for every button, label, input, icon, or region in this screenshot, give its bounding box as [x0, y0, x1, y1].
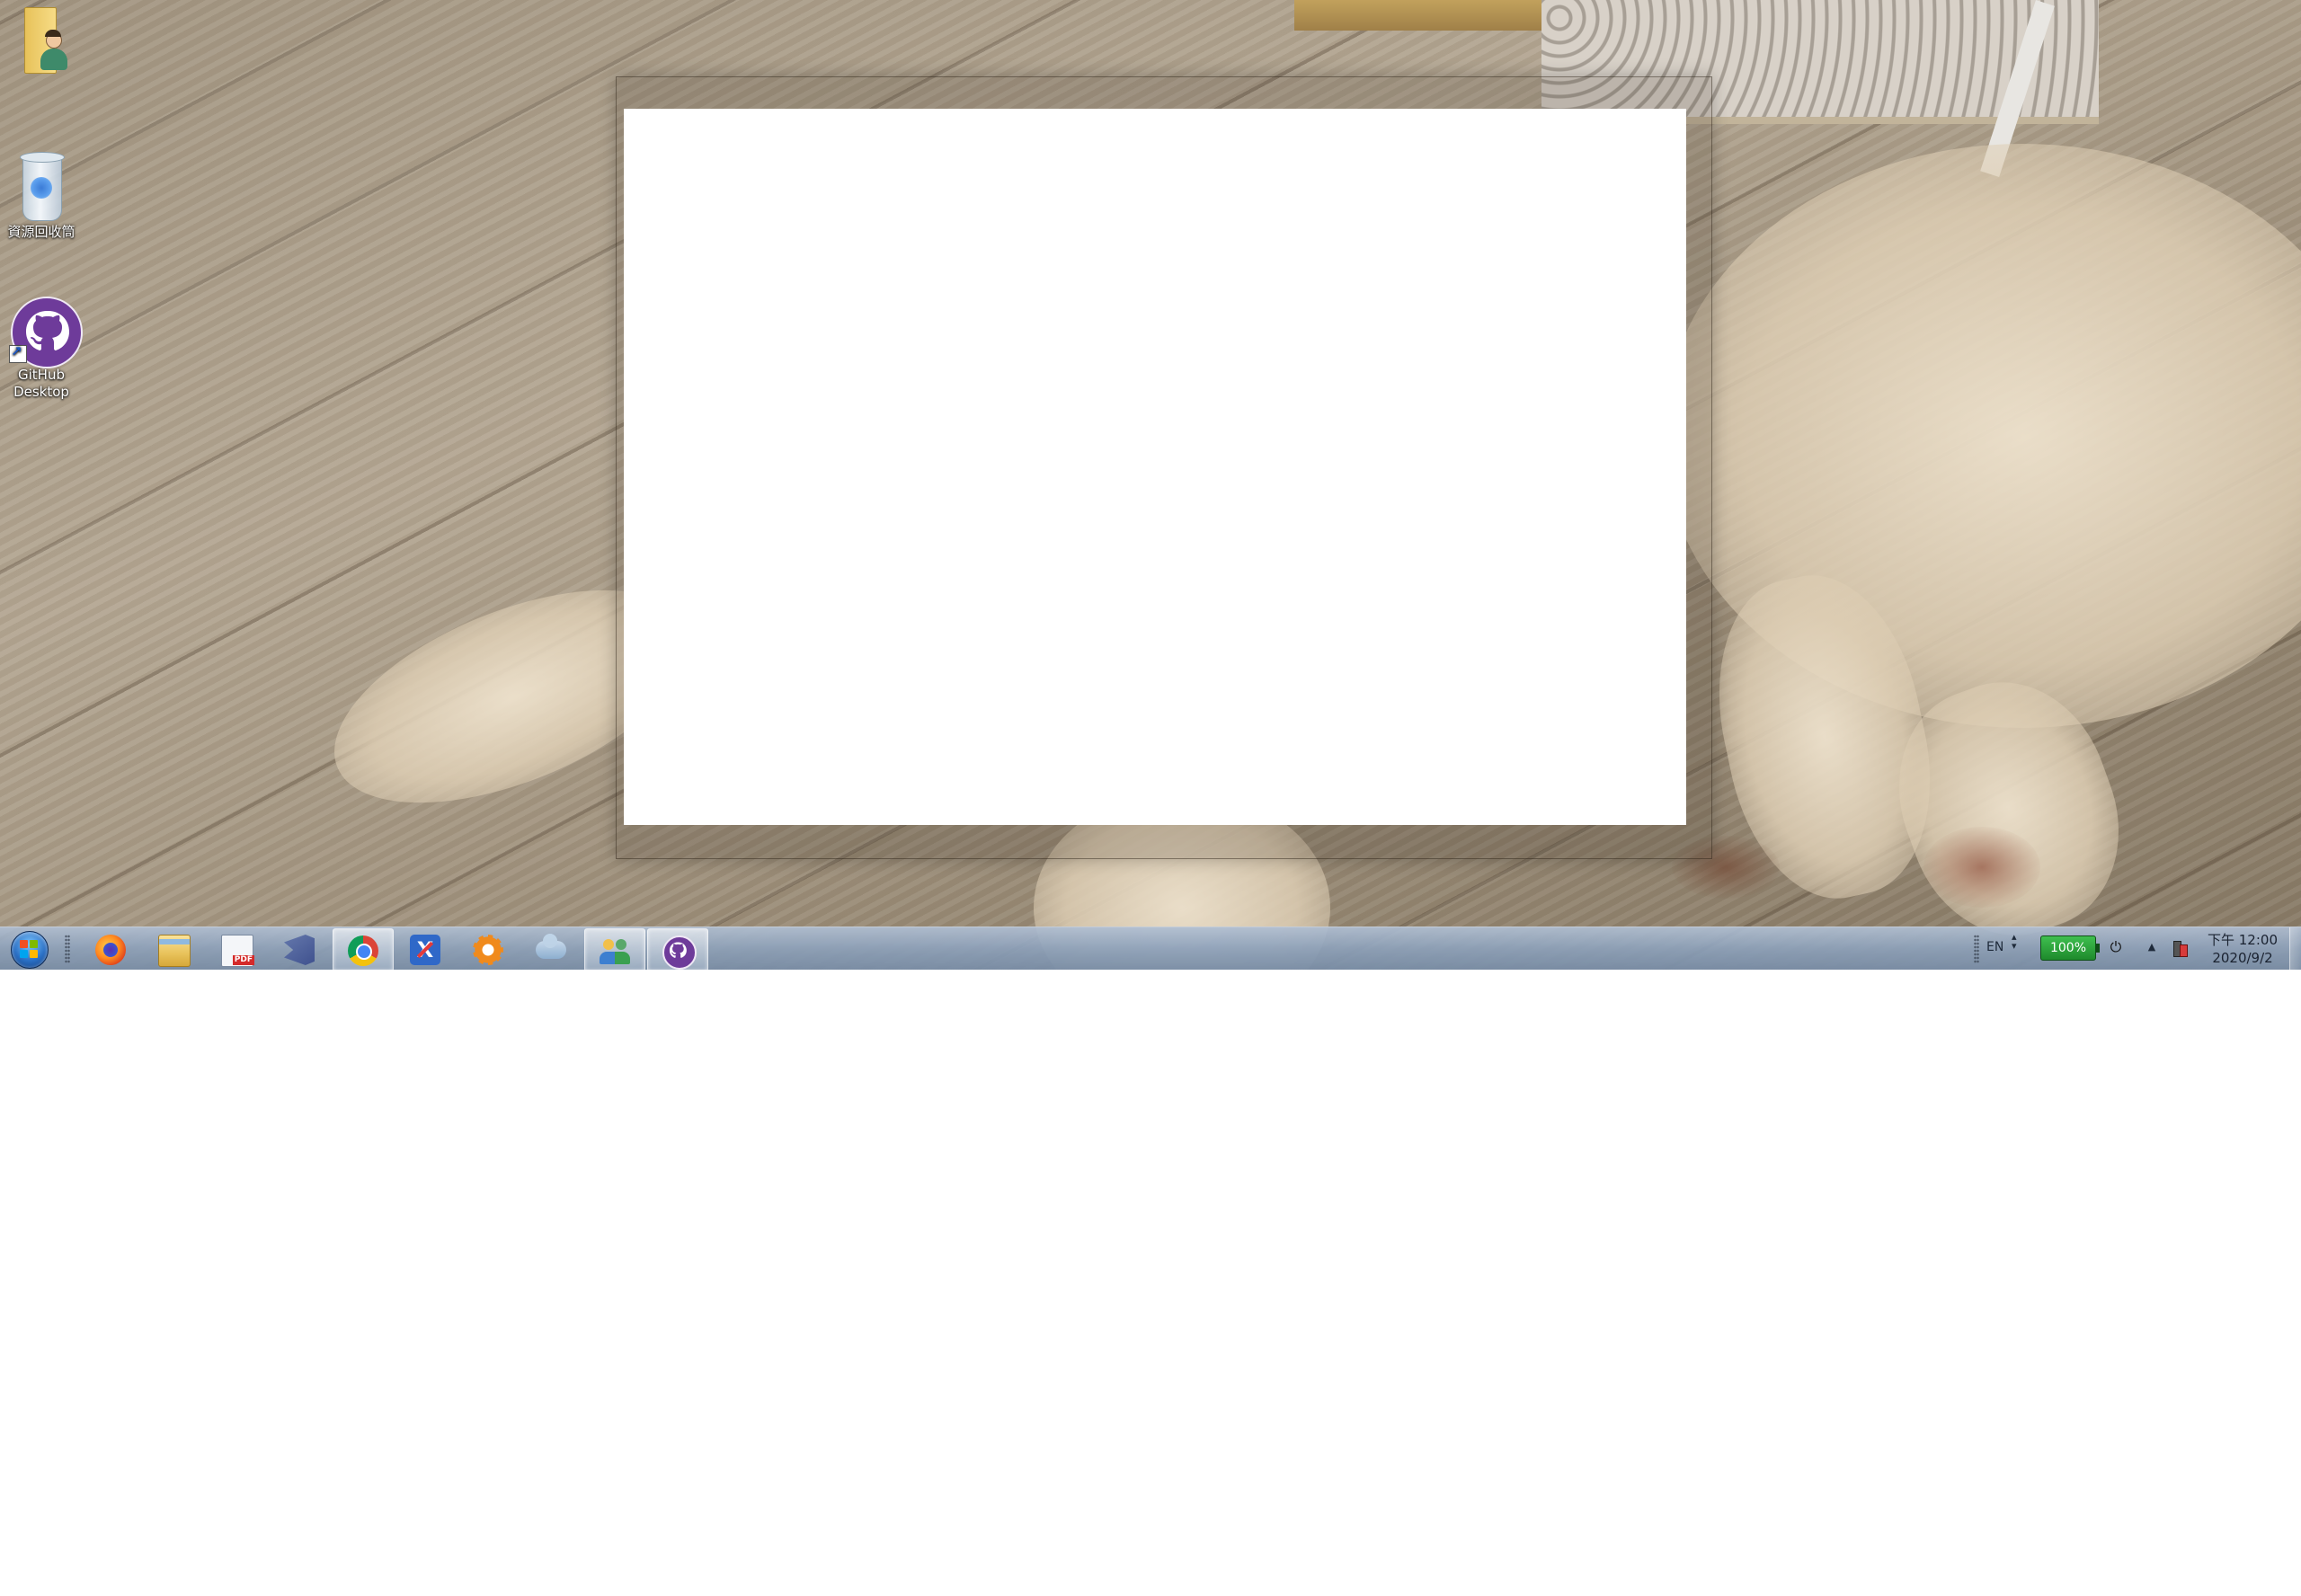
language-switch-icon[interactable]: ▴ ▾ — [2012, 932, 2017, 951]
chrome-icon — [348, 935, 378, 966]
language-indicator[interactable]: EN — [1986, 940, 2003, 954]
pdf-editor-icon — [221, 935, 254, 967]
taskbar-button-chrome[interactable] — [333, 928, 394, 970]
show-hidden-icons-arrow-icon[interactable]: ▲ — [2145, 938, 2159, 956]
shortcut-arrow-icon — [9, 343, 27, 363]
show-desktop-button[interactable] — [2289, 927, 2301, 970]
taskbar-button-cloud[interactable] — [521, 928, 581, 970]
battery-indicator[interactable]: 100% — [2040, 935, 2100, 961]
app-window-blank-content[interactable] — [624, 109, 1686, 825]
start-button[interactable] — [4, 929, 53, 969]
windows-flag-icon — [20, 940, 38, 958]
taskbar-button-pdf-editor[interactable] — [207, 928, 266, 970]
recycle-bin-icon — [14, 148, 68, 224]
desktop-icon-user-folder[interactable] — [0, 2, 83, 74]
clock-time: 下午 12:00 — [2208, 932, 2278, 948]
desktop-icon-github-desktop[interactable]: GitHub Desktop — [0, 295, 83, 401]
tray-grip[interactable] — [1974, 935, 1979, 963]
taskbar-grip[interactable] — [65, 935, 70, 963]
power-plug-icon[interactable]: ⏻ — [2107, 938, 2125, 956]
github-desktop-icon — [5, 295, 83, 368]
desktop-icon-label: 資源回收筒 — [7, 224, 76, 240]
wallpaper-dog-paw — [1923, 827, 2040, 908]
user-folder-icon — [13, 2, 69, 74]
desktop-screen: 資源回收筒 GitHub Desktop — [0, 0, 2301, 970]
taskbar-button-file-explorer[interactable] — [144, 928, 203, 970]
file-explorer-icon — [158, 935, 191, 967]
settings-gear-icon — [473, 935, 503, 965]
desktop-icon-label: GitHub Desktop — [13, 367, 69, 400]
clock-date: 2020/9/2 — [2212, 950, 2273, 966]
taskbar: X EN ▴▾ 100% ⏻ ▲ 下午 12:00 — [0, 927, 2301, 970]
taskbar-clock[interactable]: 下午 12:00 2020/9/2 — [2193, 931, 2292, 967]
network-icon[interactable] — [2172, 937, 2190, 957]
vscode-icon — [284, 935, 315, 965]
taskbar-button-github-desktop[interactable] — [647, 928, 708, 970]
wallpaper-shelf — [1294, 0, 1546, 31]
firefox-icon — [95, 935, 126, 965]
taskbar-button-settings[interactable] — [458, 928, 518, 970]
taskbar-button-xmind[interactable]: X — [395, 928, 455, 970]
xmind-icon: X — [410, 935, 440, 965]
people-icon — [600, 935, 630, 966]
taskbar-button-people[interactable] — [584, 928, 645, 970]
github-icon — [662, 935, 697, 970]
taskbar-button-vscode[interactable] — [270, 928, 329, 970]
desktop-icon-recycle-bin[interactable]: 資源回收筒 — [0, 148, 83, 241]
cloud-icon — [536, 934, 566, 959]
taskbar-button-firefox[interactable] — [81, 928, 140, 970]
